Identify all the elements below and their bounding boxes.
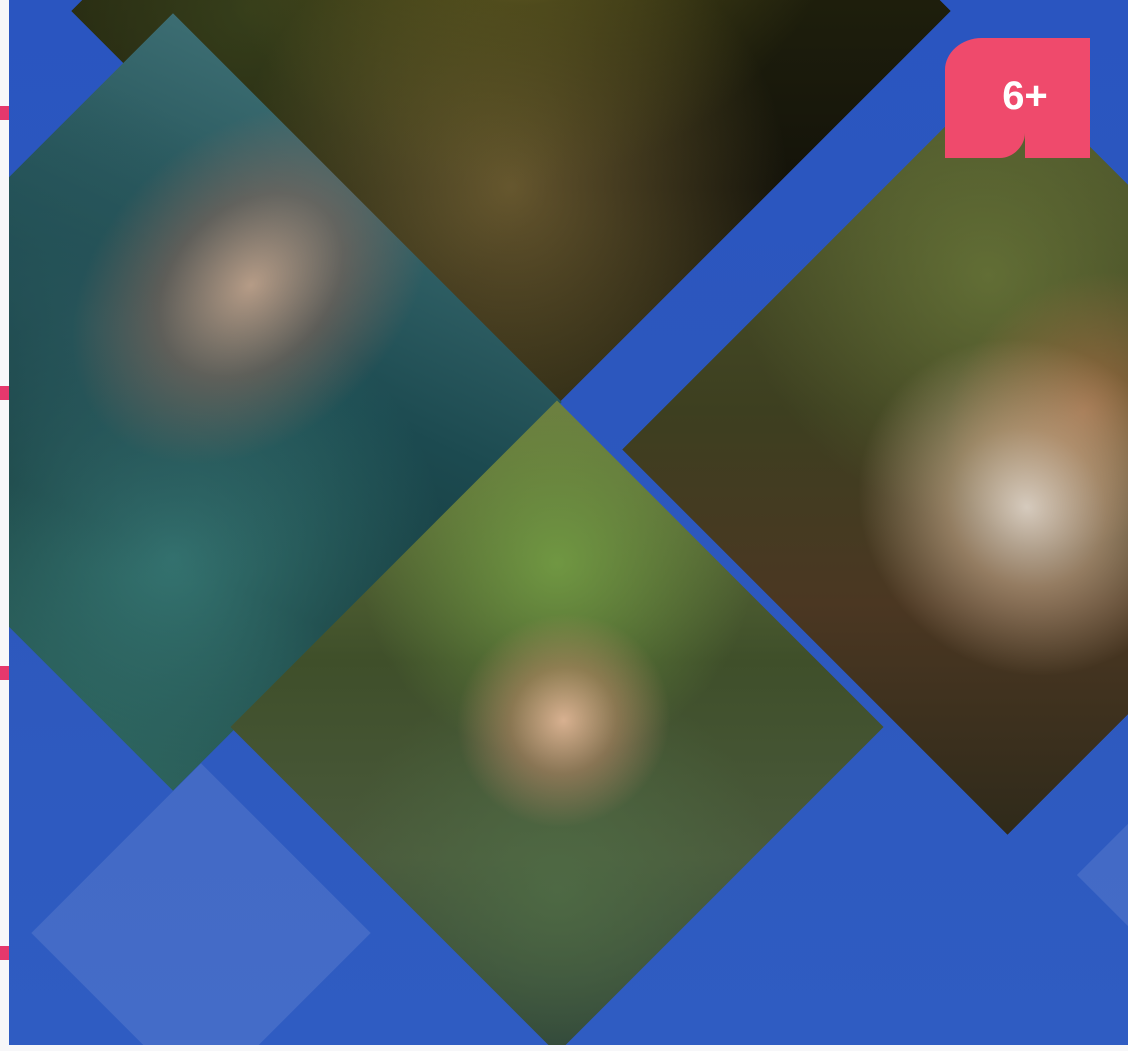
age-rating-badge: 6+ xyxy=(945,38,1090,158)
app-store-screenshot: 6+ xyxy=(0,0,1128,1051)
bottom-frame-strip xyxy=(0,1045,1128,1051)
left-frame-strip xyxy=(0,0,9,1051)
edge-marker-2 xyxy=(0,386,9,400)
edge-marker-1 xyxy=(0,106,9,120)
age-rating-label: 6+ xyxy=(1002,74,1048,118)
edge-marker-3 xyxy=(0,666,9,680)
edge-marker-4 xyxy=(0,946,9,960)
